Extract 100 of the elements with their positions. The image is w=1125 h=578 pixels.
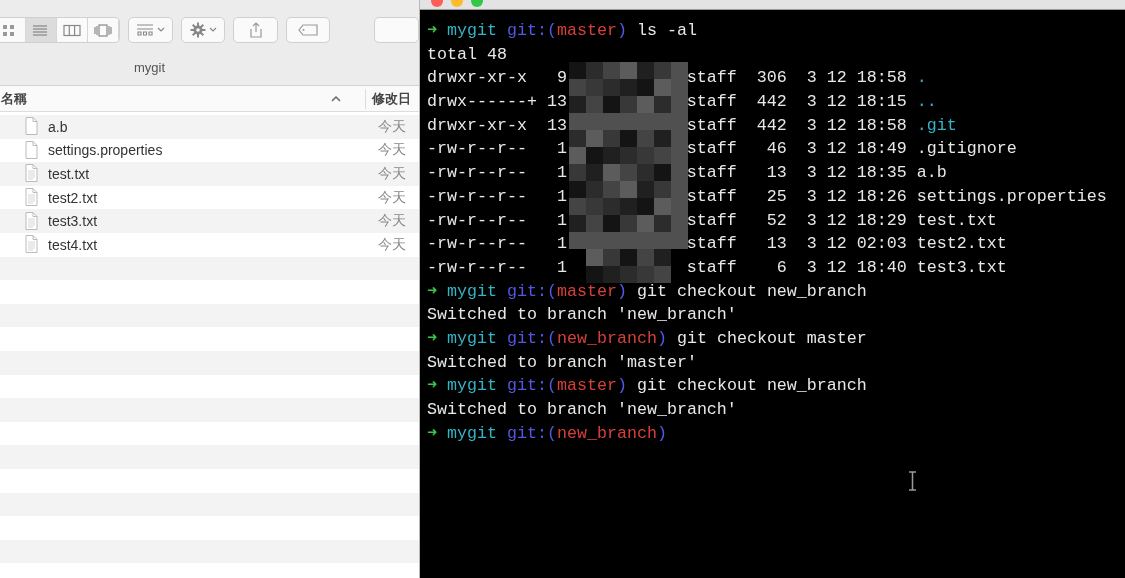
action-button[interactable]	[180, 17, 226, 43]
time-text: 18:29	[856, 209, 907, 232]
permissions: -rw-r--r--	[427, 185, 528, 208]
group-name: staff	[686, 91, 737, 114]
branch-name: master	[556, 20, 617, 42]
text-file-icon	[25, 235, 38, 255]
column-view-icon	[63, 22, 82, 38]
file-size: 52	[765, 209, 787, 232]
time-text: 18:58	[856, 67, 907, 90]
file-name[interactable]: a.b	[48, 118, 378, 135]
tag-button[interactable]	[285, 17, 331, 43]
arrange-icon	[135, 23, 154, 37]
search-button[interactable]	[374, 17, 419, 43]
file-name[interactable]: test4.txt	[48, 236, 378, 253]
arrange-button[interactable]	[128, 17, 173, 43]
link-count: 13	[545, 91, 567, 114]
entry-name: .git	[916, 114, 957, 137]
entry-name: test2.txt	[916, 233, 1007, 256]
time-text: 02:03	[856, 233, 907, 256]
date-month: 3	[805, 67, 817, 90]
date-modified: 今天	[378, 141, 406, 160]
permissions: drwxr-xr-x	[427, 114, 528, 137]
link-count: 13	[545, 114, 567, 137]
prompt-directory: mygit	[447, 375, 497, 398]
prompt-directory: mygit	[447, 20, 497, 42]
git-label: )	[616, 375, 627, 398]
branch-name: master	[556, 280, 617, 303]
prompt-arrow: ➜	[427, 375, 438, 398]
date-day: 12	[816, 161, 847, 185]
permissions: -rw-r--r--	[427, 256, 528, 279]
date-month: 3	[805, 162, 817, 185]
permissions: -rw-r--r--	[427, 162, 528, 185]
share-button[interactable]	[233, 17, 278, 43]
git-label: )	[656, 327, 667, 350]
date-month: 3	[805, 185, 817, 208]
date-modified: 今天	[378, 188, 406, 207]
date-month: 3	[805, 209, 817, 232]
date-modified: 今天	[378, 165, 406, 183]
entry-name: test.txt	[916, 209, 997, 232]
file-size: 13	[765, 162, 787, 185]
date-modified: 今天	[378, 235, 406, 254]
output-text: Switched to branch 'master'	[427, 351, 697, 374]
prompt-arrow: ➜	[427, 422, 438, 445]
time-text: 18:15	[856, 91, 907, 114]
time-text: 18:49	[856, 138, 907, 161]
file-name[interactable]: settings.properties	[48, 142, 378, 159]
gear-icon	[189, 22, 206, 38]
text-file-icon	[25, 211, 38, 231]
git-label: git:(	[507, 280, 557, 303]
date-month: 3	[805, 114, 817, 137]
text-cursor-icon	[908, 471, 917, 491]
branch-name: master	[556, 375, 617, 398]
git-label: git:(	[507, 422, 557, 445]
date-day: 12	[816, 66, 847, 91]
date-modified: 今天	[378, 212, 406, 231]
git-label: )	[616, 20, 627, 42]
file-size: 442	[755, 91, 787, 114]
list-view-button[interactable]	[26, 18, 58, 42]
entry-name: test3.txt	[916, 256, 1007, 279]
link-count: 1	[555, 209, 567, 232]
git-label: git:(	[507, 375, 557, 398]
share-icon	[247, 22, 264, 38]
output-text: total 48	[427, 43, 507, 66]
file-size: 25	[765, 185, 787, 208]
file-size: 6	[775, 256, 787, 279]
time-text: 18:58	[856, 114, 907, 137]
permissions: drwx------+	[427, 91, 537, 114]
entry-name: a.b	[916, 162, 947, 185]
column-header[interactable]: 修改日	[372, 89, 411, 108]
link-count: 1	[555, 256, 567, 279]
date-month: 3	[805, 256, 817, 279]
permissions: -rw-r--r--	[427, 233, 528, 256]
file-size: 46	[765, 138, 787, 161]
entry-name: .	[916, 67, 927, 90]
tag-icon	[298, 23, 319, 37]
file-name[interactable]: test.txt	[48, 166, 378, 182]
date-month: 3	[805, 91, 817, 114]
time-text: 18:40	[856, 256, 907, 279]
group-name: staff	[686, 209, 737, 232]
git-label: git:(	[507, 327, 557, 350]
file-name[interactable]: test2.txt	[48, 189, 378, 206]
document-icon	[25, 117, 38, 137]
date-day: 12	[816, 137, 847, 162]
entry-name: .gitignore	[916, 138, 1017, 161]
file-size: 13	[765, 233, 787, 256]
group-name: staff	[686, 162, 737, 185]
group-name: staff	[686, 185, 737, 208]
column-header[interactable]: 名稱	[0, 89, 341, 108]
file-size: 442	[755, 114, 787, 137]
permissions: -rw-r--r--	[427, 209, 528, 232]
file-name[interactable]: test3.txt	[48, 213, 378, 230]
time-text: 18:26	[856, 185, 907, 208]
date-day: 12	[816, 208, 847, 233]
date-month: 3	[805, 138, 817, 161]
date-day: 12	[816, 113, 847, 138]
link-count: 1	[555, 138, 567, 161]
cover-flow-icon	[94, 22, 113, 38]
branch-name: new_branch	[556, 327, 657, 350]
link-count: 9	[555, 67, 567, 90]
prompt-arrow: ➜	[427, 327, 438, 350]
